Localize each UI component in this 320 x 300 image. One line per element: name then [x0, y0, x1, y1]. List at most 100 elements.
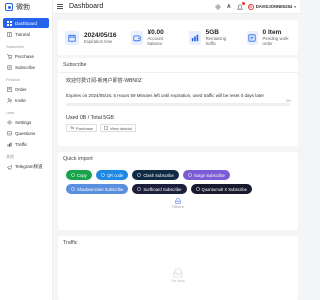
sidebar-item-label: Tutorial [15, 31, 30, 37]
card-title: Quick import [63, 156, 93, 162]
stat-value: 2024/05/16 [84, 31, 117, 39]
sidebar-item-label: Traffic [15, 141, 28, 147]
sidebar-item-telegram[interactable]: Telegram频道 [3, 162, 49, 172]
menu-icon[interactable] [57, 4, 63, 9]
quick-import-label: Clash Subscribe [143, 172, 174, 178]
progress-label: 0% [285, 99, 291, 103]
sun-icon[interactable] [214, 3, 221, 10]
quick-import-button[interactable]: Shadowrocket Subscribe [66, 184, 129, 194]
quick-import-label: Shadowrocket Subscribe [77, 186, 124, 192]
language-icon[interactable]: A [226, 4, 232, 10]
ticket-icon [246, 30, 258, 45]
avatar: D [247, 3, 254, 10]
sidebar-item-label: Questions [15, 130, 36, 136]
sidebar-item-order[interactable]: Order [3, 84, 49, 94]
nav-group-other: 其他 [6, 154, 14, 159]
traffic-empty-label: No data [171, 279, 185, 283]
inbox-icon [175, 198, 181, 204]
header: Dashboard A D DAVIDJONNE5254 ▾ [53, 0, 300, 14]
view-tutorial-button[interactable]: View tutorial [99, 124, 136, 132]
stat-expiration: 2024/05/16 Expiration time [58, 20, 124, 55]
stat-traffic: 5GB Remaining traffic [182, 20, 240, 55]
divider [58, 72, 298, 73]
gear-icon [7, 119, 12, 125]
notification-badge [241, 1, 245, 5]
qr-icon [100, 173, 105, 177]
quantumult-icon [195, 187, 200, 191]
surfboard-icon [137, 187, 142, 191]
calendar-icon [65, 30, 79, 45]
user-menu[interactable]: D DAVIDJONNE5254 ▾ [247, 3, 296, 10]
plan-name: 欢迎付费订阅-新用户即尝-WBN0Z [66, 78, 142, 84]
quick-import-button[interactable]: QR code [95, 170, 129, 180]
sidebar-item-settings[interactable]: Settings [3, 117, 49, 127]
sidebar-item-subscribe[interactable]: Subscribe [3, 62, 49, 72]
quick-import-label: Quantumult X Subscribe [201, 186, 247, 192]
sidebar-item-label: Dashboard [15, 20, 38, 26]
quick-import-button[interactable]: Surge Subscribe [182, 170, 230, 180]
quick-import-row: Shadowrocket Subscribe Surfboard Subscrib… [58, 184, 298, 194]
order-icon [7, 86, 12, 92]
quick-import-card: Quick import Copy QR code Clash Subscribe S… [58, 152, 298, 230]
traffic-card: Traffic No data [58, 236, 298, 300]
subscribe-actions: Purchase View tutorial [58, 121, 298, 135]
cart-icon [70, 126, 74, 129]
nav-group-user: User [6, 110, 15, 115]
sidebar-item-label: Purchase [15, 53, 35, 59]
cart-icon [7, 53, 12, 59]
traffic-progress: 0% [66, 99, 291, 106]
book-icon [7, 31, 12, 37]
stat-label: Expiration time [84, 38, 113, 44]
bell-icon[interactable] [236, 1, 245, 10]
quick-empty-label: Others [172, 205, 184, 209]
stat-balance: ¥0.00 Account balance [124, 20, 182, 55]
quick-import-label: Copy [77, 172, 87, 178]
expiration-text: Expires on 2024/05/16, 5 Hours 59 Minute… [66, 93, 265, 98]
quick-import-button[interactable]: Copy [66, 170, 92, 180]
logo-text: 微勃 [16, 4, 30, 11]
logo-icon [5, 3, 13, 11]
card-title: Subscribe [63, 62, 87, 68]
purchase-button[interactable]: Purchase [66, 124, 97, 132]
subscribe-card: Subscribe 欢迎付费订阅-新用户即尝-WBN0Z Expires on … [58, 58, 298, 146]
traffic-empty: No data [58, 268, 298, 283]
main-content: Dashboard A D DAVIDJONNE5254 ▾ 2024/05/1… [53, 0, 300, 300]
subscribe-icon [7, 64, 12, 70]
stat-value: 0 Item [262, 29, 282, 36]
clash-icon [137, 173, 142, 177]
empty-box-icon [173, 268, 183, 278]
quick-import-row: Copy QR code Clash Subscribe Surge Subscrib… [58, 170, 298, 180]
quick-import-button[interactable]: Surfboard Subscribe [132, 184, 187, 194]
stats-bar: 2024/05/16 Expiration time ¥0.00 Account… [58, 20, 298, 55]
page-title: Dashboard [69, 3, 104, 10]
surge-icon [187, 173, 192, 177]
username: DAVIDJONNE5254 [255, 4, 293, 9]
sidebar-item-dashboard[interactable]: Dashboard [3, 18, 49, 28]
stat-pending: 0 Item Pending work order [240, 20, 298, 55]
quick-import-button[interactable]: Quantumult X Subscribe [190, 184, 252, 194]
dashboard-icon [7, 20, 12, 26]
stat-label: Remaining traffic [205, 36, 227, 46]
sidebar-item-tutorial[interactable]: Tutorial [3, 29, 49, 39]
sidebar-item-traffic[interactable]: Traffic [3, 139, 49, 149]
stat-label: Pending work order [262, 36, 289, 46]
quick-empty: Others [58, 198, 298, 209]
stat-value: 5GB [205, 29, 219, 36]
nav-group-finance: Finance [6, 77, 21, 82]
tutorial-label: View tutorial [109, 125, 132, 131]
sidebar-item-questions[interactable]: Questions [3, 128, 49, 138]
quick-import-label: QR code [106, 172, 124, 178]
sidebar-item-label: Invite [15, 97, 26, 103]
sidebar-item-invite[interactable]: Invite [3, 95, 49, 105]
quick-import-button[interactable]: Clash Subscribe [132, 170, 179, 180]
chart-icon [188, 30, 201, 45]
stat-label: Account balance [147, 36, 164, 46]
logo[interactable]: 微勃 [0, 0, 52, 14]
purchase-label: Purchase [76, 125, 93, 131]
chevron-down-icon: ▾ [294, 4, 296, 9]
question-icon [7, 130, 12, 136]
sidebar-item-label: Order [15, 86, 27, 92]
sidebar-item-purchase[interactable]: Purchase [3, 51, 49, 61]
sidebar: 微勃 Dashboard Tutorial Subscribe Purchase… [0, 0, 53, 300]
sidebar-item-label: Telegram频道 [15, 164, 43, 169]
